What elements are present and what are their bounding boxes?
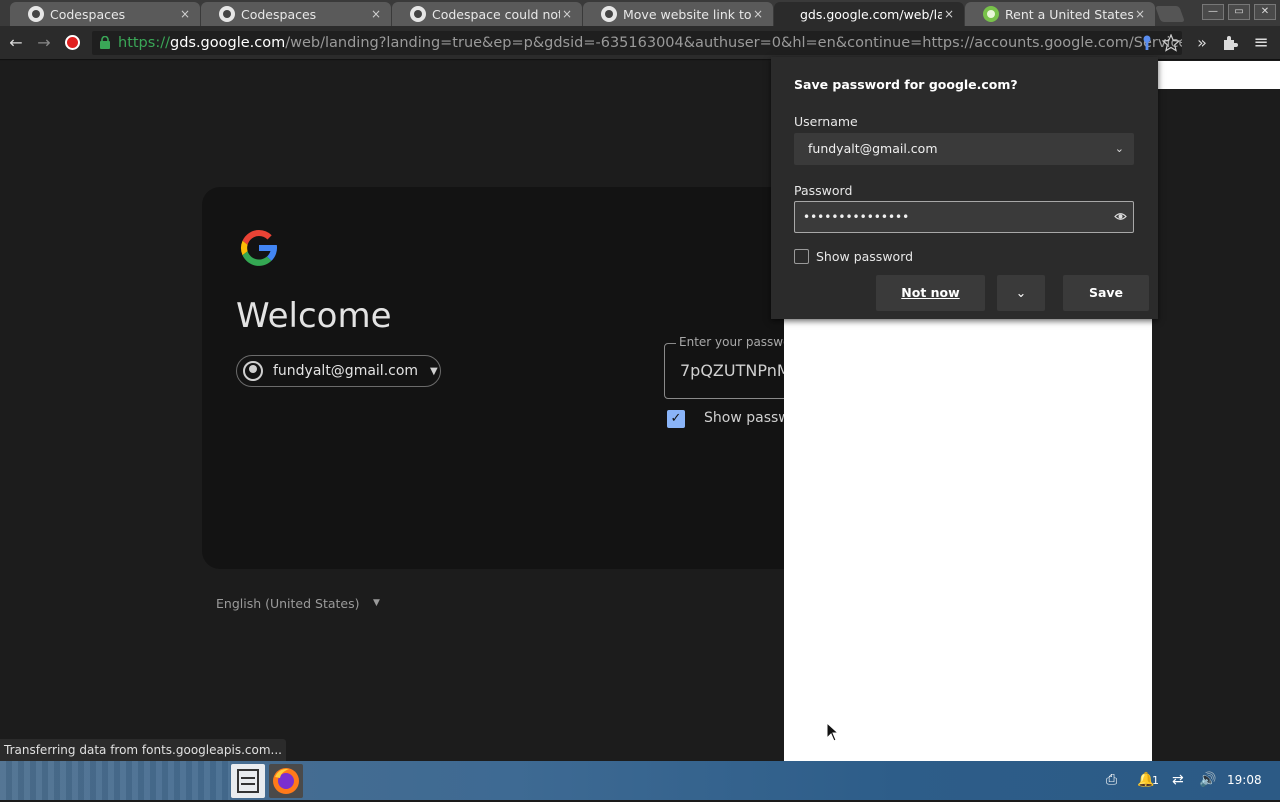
address-bar[interactable]: https://gds.google.com/web/landing?landi… (92, 31, 1182, 55)
account-circle-icon (243, 361, 263, 381)
password-value: 7pQZUTNPnM (680, 361, 791, 380)
google-logo-icon (240, 230, 278, 266)
back-arrow-icon[interactable]: ← (6, 33, 26, 53)
tab-codespaces-2[interactable]: Codespaces × (201, 2, 391, 26)
tab-title: Move website link to les (623, 6, 751, 22)
tab-gds-google-active[interactable]: gds.google.com/web/la × (774, 2, 964, 26)
username-select[interactable]: fundyalt@gmail.com ⌄ (794, 133, 1134, 165)
close-icon[interactable]: × (751, 7, 765, 21)
not-now-label: Not now (901, 285, 960, 300)
blank-render-area (784, 318, 1152, 761)
more-options-button[interactable]: ⌄ (997, 275, 1045, 311)
lock-icon (100, 36, 110, 49)
tab-title: gds.google.com/web/la (800, 6, 942, 22)
dropdown-caret-icon: ▼ (430, 365, 438, 377)
account-email: fundyalt@gmail.com (273, 363, 419, 379)
close-icon[interactable]: × (560, 7, 574, 21)
menu-icon[interactable]: ≡ (1251, 33, 1271, 53)
language-selector[interactable]: English (United States) (216, 596, 360, 611)
stop-loading-icon[interactable] (65, 35, 80, 50)
forward-arrow-icon[interactable]: → (34, 33, 54, 53)
account-chip[interactable]: fundyalt@gmail.com ▼ (236, 355, 441, 387)
username-value: fundyalt@gmail.com (808, 141, 938, 156)
welcome-heading: Welcome (236, 296, 392, 336)
close-icon[interactable]: × (1133, 7, 1147, 21)
file-manager-icon[interactable] (231, 764, 265, 798)
eye-icon[interactable] (1114, 210, 1127, 223)
password-field[interactable]: ••••••••••••••• (794, 201, 1134, 233)
github-icon (219, 6, 235, 22)
github-icon (410, 6, 426, 22)
chevron-down-icon: ⌄ (1114, 142, 1124, 155)
tab-title: Codespaces (241, 6, 317, 22)
notification-count: 1 (1152, 774, 1159, 787)
password-key-icon[interactable] (1140, 35, 1154, 51)
tab-rent-vps[interactable]: Rent a United States Virt × (965, 2, 1155, 26)
extensions-overflow-icon[interactable]: » (1192, 33, 1212, 53)
password-label: Password (794, 183, 853, 198)
tab-move-website[interactable]: Move website link to les × (583, 2, 773, 26)
site-icon (983, 6, 999, 22)
mouse-cursor-icon (826, 722, 838, 742)
maximize-button[interactable]: ▭ (1228, 4, 1250, 20)
tab-codespace-error[interactable]: Codespace could not be × (392, 2, 582, 26)
url-scheme: https:// (118, 35, 170, 51)
show-password-checkbox[interactable] (794, 249, 809, 264)
status-bubble: Transferring data from fonts.googleapis.… (0, 739, 286, 761)
show-password-checkbox[interactable]: ✓ (667, 410, 685, 428)
printer-icon[interactable]: ⎙ (1106, 772, 1117, 788)
dropdown-caret-icon: ▼ (373, 598, 380, 608)
close-icon[interactable]: × (369, 7, 383, 21)
taskbar-wallpaper (0, 761, 230, 800)
tab-title: Rent a United States Virt (1005, 6, 1133, 22)
save-button[interactable]: Save (1063, 275, 1149, 311)
clock[interactable]: 19:08 (1227, 773, 1262, 787)
volume-icon[interactable]: 🔊 (1199, 772, 1216, 788)
tab-title: Codespace could not be (432, 6, 560, 22)
firefox-icon[interactable] (269, 764, 303, 798)
url-host: gds.google.com (169, 35, 286, 51)
network-icon[interactable]: ⇄ (1172, 772, 1184, 788)
show-password-label: Show password (816, 249, 914, 264)
tab-title: Codespaces (50, 6, 126, 22)
bookmark-star-icon[interactable] (1162, 34, 1180, 52)
github-icon (601, 6, 617, 22)
blank-render-strip (1158, 61, 1280, 89)
tab-codespaces-1[interactable]: Codespaces × (10, 2, 200, 26)
url-path: /web/landing?landing=true&ep=p&gdsid=-63… (285, 35, 1182, 51)
puzzle-extension-icon[interactable] (1221, 35, 1238, 52)
not-now-button[interactable]: Not now (876, 275, 985, 311)
close-icon[interactable]: × (178, 7, 192, 21)
minimize-button[interactable]: — (1202, 4, 1224, 20)
close-window-button[interactable]: ✕ (1254, 4, 1276, 20)
save-password-title: Save password for google.com? (794, 77, 1018, 92)
close-icon[interactable]: × (942, 7, 956, 21)
github-icon (28, 6, 44, 22)
username-label: Username (794, 114, 858, 129)
